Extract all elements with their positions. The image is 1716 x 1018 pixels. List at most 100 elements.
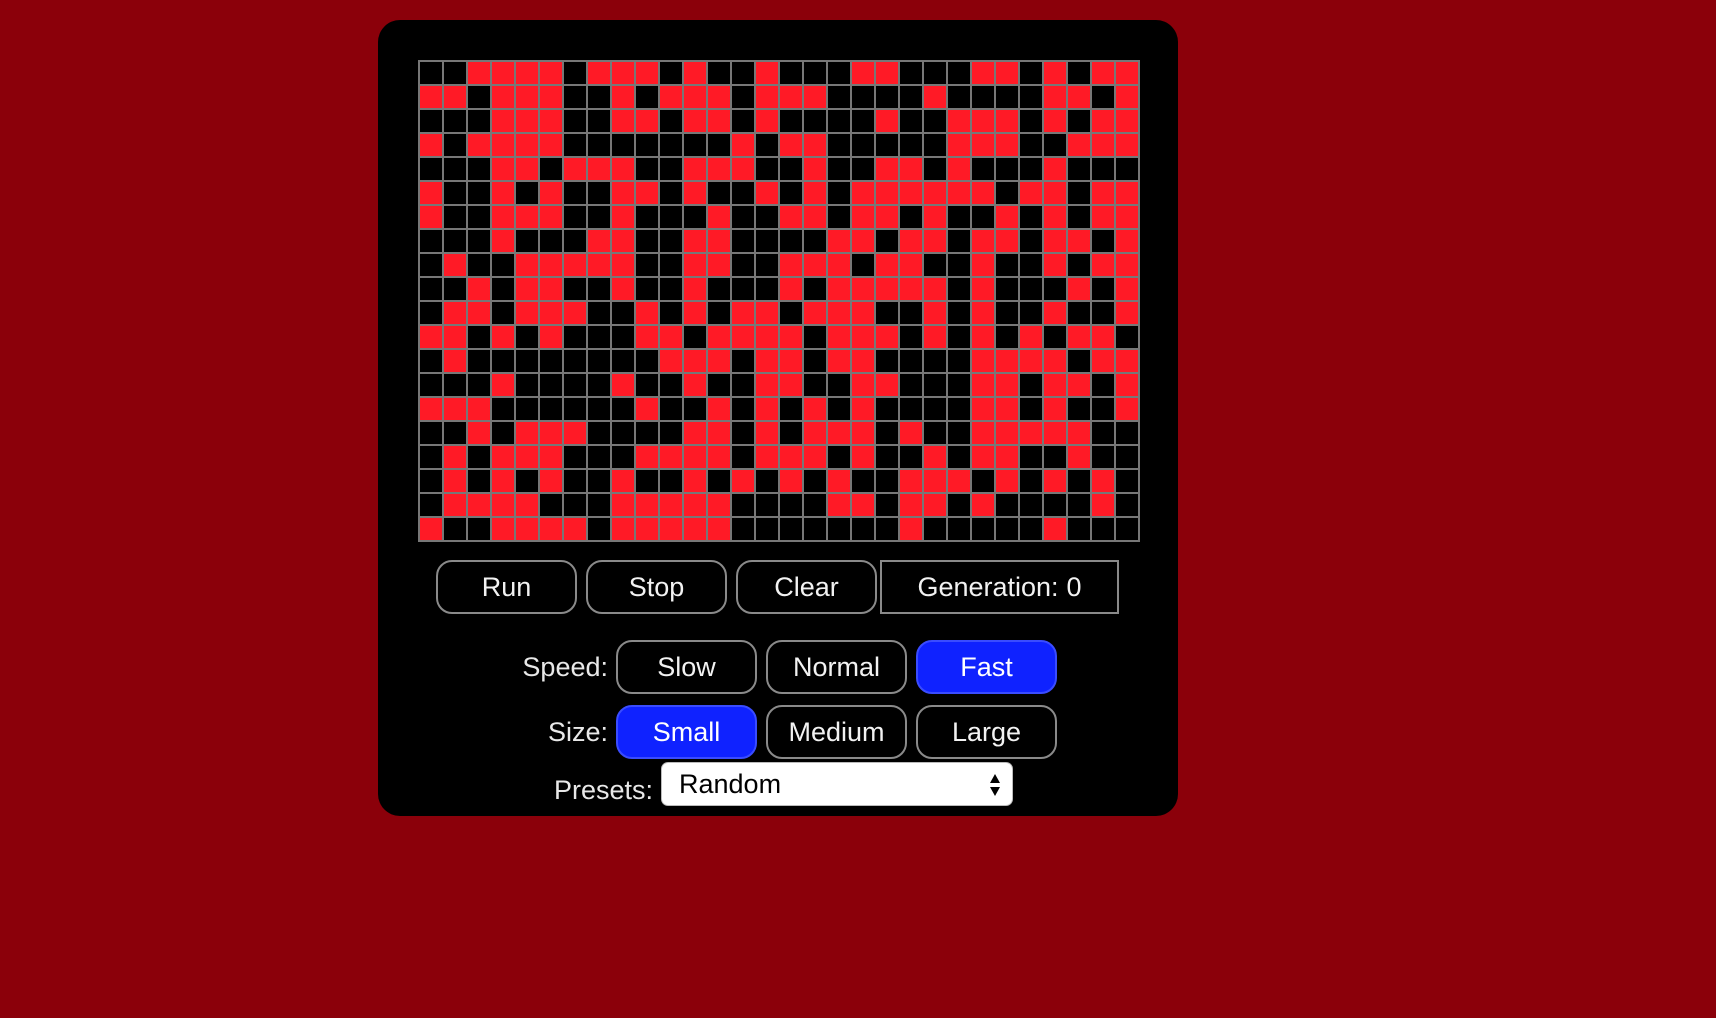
board-cell[interactable] <box>683 301 707 325</box>
board-cell[interactable] <box>467 469 491 493</box>
board-cell[interactable] <box>971 325 995 349</box>
board-cell[interactable] <box>851 421 875 445</box>
board-cell[interactable] <box>539 325 563 349</box>
board-cell[interactable] <box>467 277 491 301</box>
board-cell[interactable] <box>1115 253 1139 277</box>
board-cell[interactable] <box>779 445 803 469</box>
board-cell[interactable] <box>755 469 779 493</box>
board-cell[interactable] <box>803 133 827 157</box>
board-cell[interactable] <box>659 109 683 133</box>
board-cell[interactable] <box>683 493 707 517</box>
board-cell[interactable] <box>563 253 587 277</box>
board-cell[interactable] <box>539 373 563 397</box>
board-cell[interactable] <box>971 85 995 109</box>
board-cell[interactable] <box>731 253 755 277</box>
board-cell[interactable] <box>419 493 443 517</box>
board-cell[interactable] <box>827 325 851 349</box>
board-cell[interactable] <box>923 493 947 517</box>
run-button[interactable]: Run <box>436 560 577 614</box>
board-cell[interactable] <box>779 85 803 109</box>
board-cell[interactable] <box>539 205 563 229</box>
board-cell[interactable] <box>1115 157 1139 181</box>
board-cell[interactable] <box>443 181 467 205</box>
board-cell[interactable] <box>587 445 611 469</box>
board-cell[interactable] <box>779 157 803 181</box>
board-cell[interactable] <box>827 85 851 109</box>
board-cell[interactable] <box>611 301 635 325</box>
board-cell[interactable] <box>923 157 947 181</box>
board-cell[interactable] <box>971 277 995 301</box>
board-cell[interactable] <box>635 253 659 277</box>
board-cell[interactable] <box>587 325 611 349</box>
board-cell[interactable] <box>971 301 995 325</box>
board-cell[interactable] <box>1067 397 1091 421</box>
board-cell[interactable] <box>875 469 899 493</box>
board-cell[interactable] <box>515 61 539 85</box>
board-cell[interactable] <box>683 85 707 109</box>
board-cell[interactable] <box>563 85 587 109</box>
board-cell[interactable] <box>875 253 899 277</box>
board-cell[interactable] <box>467 373 491 397</box>
board-cell[interactable] <box>611 325 635 349</box>
board-cell[interactable] <box>659 301 683 325</box>
board-cell[interactable] <box>1043 493 1067 517</box>
board-cell[interactable] <box>779 349 803 373</box>
board-cell[interactable] <box>827 253 851 277</box>
board-cell[interactable] <box>659 517 683 541</box>
board-cell[interactable] <box>443 253 467 277</box>
board-cell[interactable] <box>899 373 923 397</box>
board-cell[interactable] <box>803 301 827 325</box>
board-cell[interactable] <box>707 109 731 133</box>
board-cell[interactable] <box>1067 493 1091 517</box>
board-cell[interactable] <box>803 61 827 85</box>
board-cell[interactable] <box>491 301 515 325</box>
clear-button[interactable]: Clear <box>736 560 877 614</box>
board-cell[interactable] <box>515 373 539 397</box>
board-cell[interactable] <box>659 397 683 421</box>
board-cell[interactable] <box>587 253 611 277</box>
board-cell[interactable] <box>899 85 923 109</box>
board-cell[interactable] <box>539 61 563 85</box>
board-cell[interactable] <box>1091 277 1115 301</box>
board-cell[interactable] <box>419 397 443 421</box>
board-cell[interactable] <box>923 205 947 229</box>
board-cell[interactable] <box>1091 421 1115 445</box>
board-cell[interactable] <box>899 349 923 373</box>
board-cell[interactable] <box>875 445 899 469</box>
board-cell[interactable] <box>443 85 467 109</box>
board-cell[interactable] <box>755 277 779 301</box>
board-cell[interactable] <box>947 85 971 109</box>
board-cell[interactable] <box>419 469 443 493</box>
board-cell[interactable] <box>707 157 731 181</box>
board-cell[interactable] <box>803 229 827 253</box>
board-cell[interactable] <box>779 517 803 541</box>
board-cell[interactable] <box>851 469 875 493</box>
board-cell[interactable] <box>803 85 827 109</box>
board-cell[interactable] <box>875 181 899 205</box>
board-cell[interactable] <box>467 253 491 277</box>
board-cell[interactable] <box>635 157 659 181</box>
board-cell[interactable] <box>755 61 779 85</box>
board-cell[interactable] <box>1067 445 1091 469</box>
board-cell[interactable] <box>1019 157 1043 181</box>
board-cell[interactable] <box>683 517 707 541</box>
board-cell[interactable] <box>707 325 731 349</box>
board-cell[interactable] <box>539 181 563 205</box>
board-cell[interactable] <box>971 205 995 229</box>
board-cell[interactable] <box>419 181 443 205</box>
board-cell[interactable] <box>851 517 875 541</box>
board-cell[interactable] <box>707 61 731 85</box>
board-cell[interactable] <box>563 301 587 325</box>
board-cell[interactable] <box>467 133 491 157</box>
board-cell[interactable] <box>803 253 827 277</box>
board-cell[interactable] <box>923 469 947 493</box>
board-cell[interactable] <box>1067 373 1091 397</box>
board-cell[interactable] <box>1067 469 1091 493</box>
board-cell[interactable] <box>515 253 539 277</box>
board-cell[interactable] <box>1091 469 1115 493</box>
board-cell[interactable] <box>635 349 659 373</box>
board-cell[interactable] <box>611 517 635 541</box>
board-cell[interactable] <box>611 133 635 157</box>
board-cell[interactable] <box>515 517 539 541</box>
board-cell[interactable] <box>1115 421 1139 445</box>
